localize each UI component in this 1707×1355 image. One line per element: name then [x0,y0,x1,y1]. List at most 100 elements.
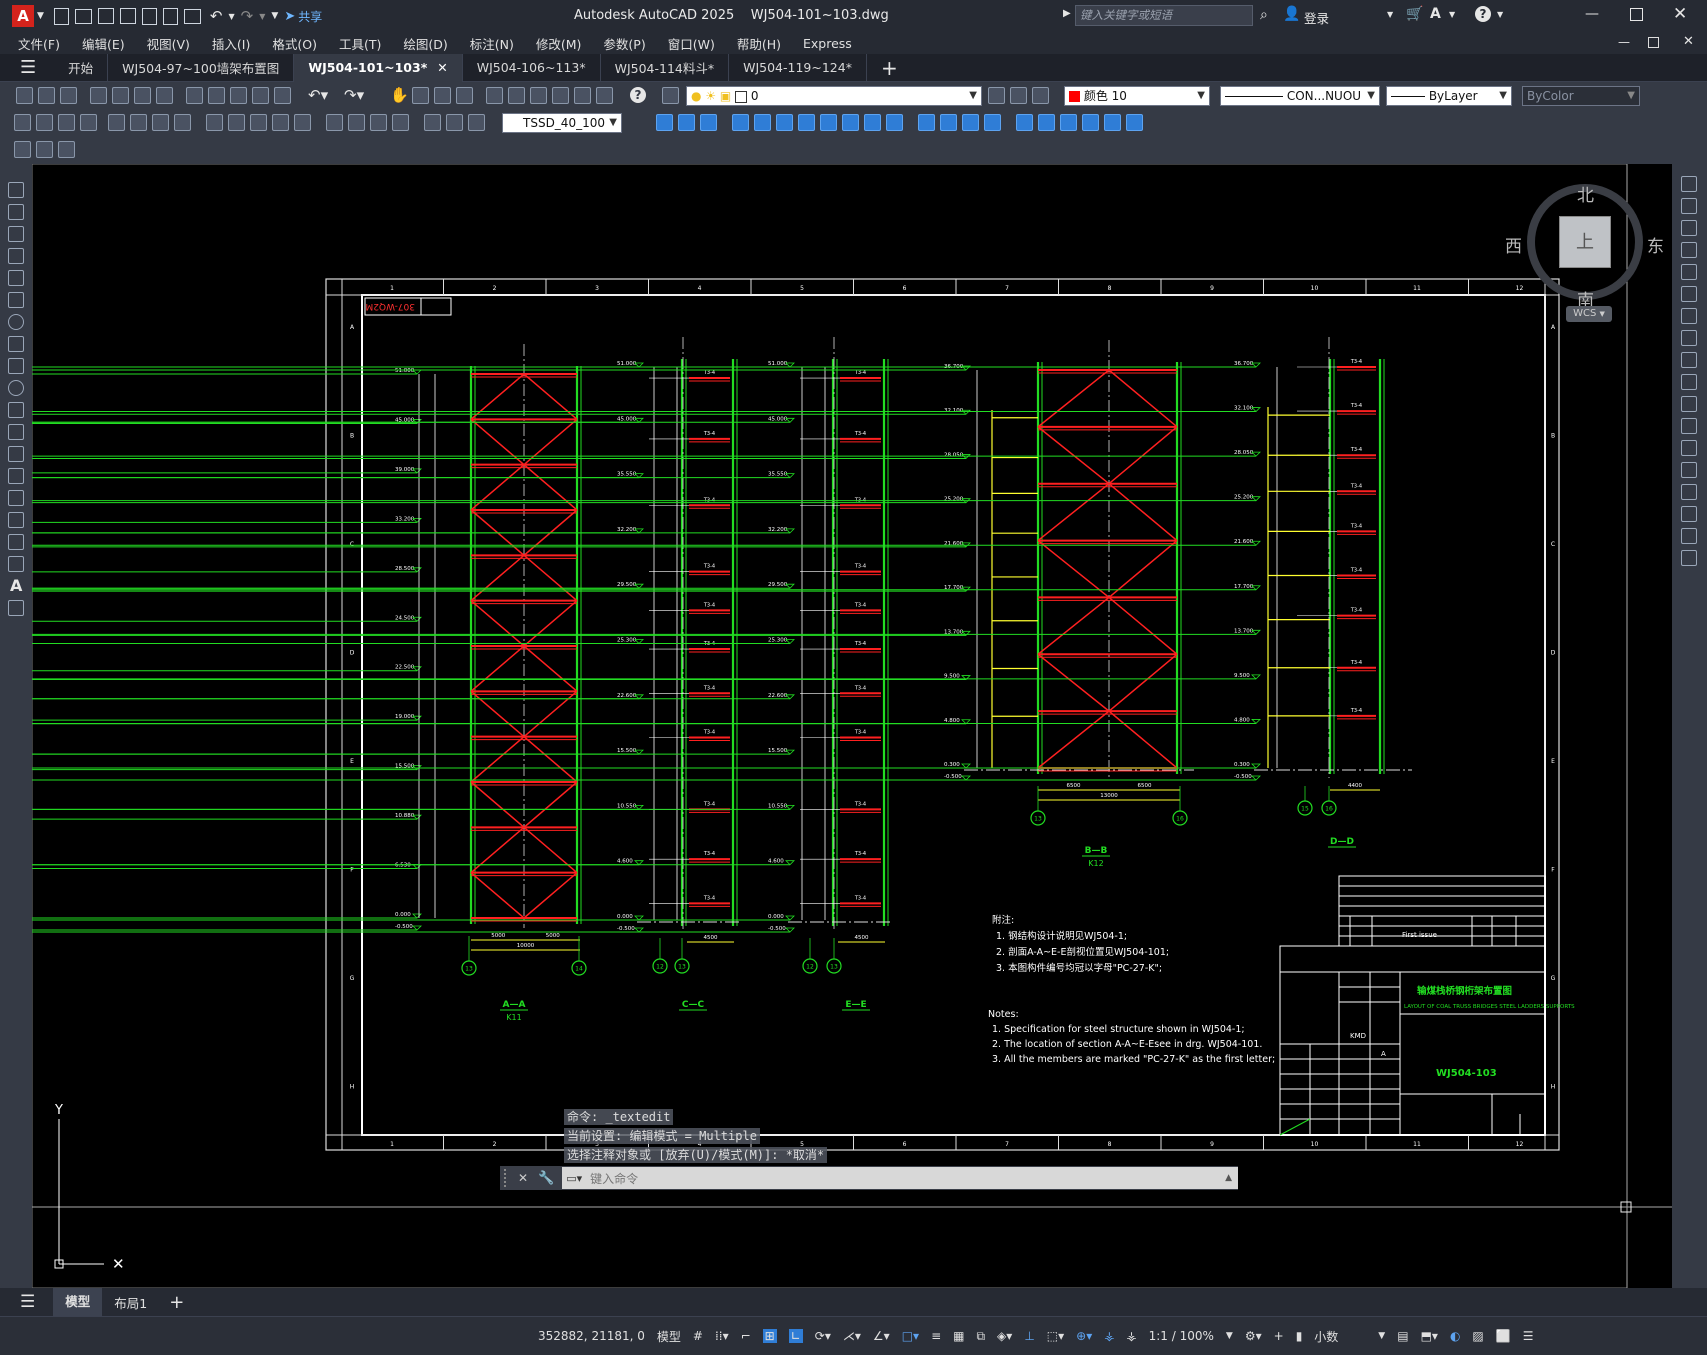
tab-wj504-114[interactable]: WJ504-114料斗* [601,53,730,82]
spline-tool-icon[interactable] [8,358,24,374]
tab-close-icon[interactable]: ✕ [437,60,447,75]
hardware-acceleration-icon[interactable]: ▨ [1472,1329,1483,1343]
open-file-icon[interactable] [74,8,92,24]
isodraft-icon[interactable]: ⋌▾ [843,1329,861,1343]
continue-dim-icon[interactable] [250,114,267,131]
lineweight-icon[interactable]: ≡ [931,1329,941,1343]
copy-tool-icon[interactable] [1681,198,1697,214]
tab-wj504-97-100[interactable]: WJ504-97~100墙架布置图 [108,53,295,82]
autodesk-app-icon[interactable]: A [1430,6,1441,22]
transparency-icon[interactable]: ▦ [953,1329,964,1343]
explode-tool-icon[interactable] [1681,550,1697,566]
revcloud-tool-icon[interactable] [8,336,24,352]
polygon-tool-icon[interactable] [8,248,24,264]
annotation-visibility-icon[interactable]: ⚶ [1104,1329,1114,1343]
diameter-dim-icon[interactable] [152,114,169,131]
make-block-icon[interactable] [8,446,24,462]
app-menu-caret-icon[interactable]: ▼ [37,11,44,21]
tool-palettes-icon[interactable] [530,87,547,104]
jogged-dim-icon[interactable] [130,114,147,131]
separate-icon[interactable] [962,114,979,131]
menu-help[interactable]: 帮助(H) [726,34,792,53]
tab-start[interactable]: 开始 [54,53,109,82]
3d-osnap-icon[interactable]: ◈▾ [997,1329,1012,1343]
quickcalc-icon[interactable] [596,87,613,104]
units-dropdown[interactable]: 小数 [1314,1328,1366,1345]
viewcube-top-face[interactable]: 上 [1559,216,1611,268]
customize-qat-icon[interactable]: ▼ [271,11,278,21]
offset-faces-icon[interactable] [776,114,793,131]
drawing-canvas[interactable]: 1 1 2 2 3 3 4 4 5 5 6 6 7 7 8 8 9 9 10 10 11 11 12 12 A A B B C C D D E E… [32,164,1672,1288]
command-history-caret-icon[interactable]: ▲ [1225,1173,1232,1183]
tab-layout1[interactable]: 布局1 [102,1293,159,1312]
attribute-edit-icon[interactable] [36,141,53,158]
shell-icon[interactable] [984,114,1001,131]
menu-edit[interactable]: 编辑(E) [71,34,136,53]
layer-properties-icon[interactable] [662,87,679,104]
search-icon[interactable]: ⌕ [1260,7,1268,23]
doc-minimize-icon[interactable]: — [1618,35,1630,49]
make-current-layer-icon[interactable] [988,87,1005,104]
pan-icon[interactable]: ✋ [390,86,409,104]
clean-screen-icon[interactable]: ⬜ [1496,1329,1511,1343]
menu-express[interactable]: Express [792,36,863,51]
undo-toolbar-icon[interactable]: ↶▾ [308,86,328,104]
layer-states-icon[interactable] [1032,87,1049,104]
ellipse-tool-icon[interactable] [8,380,24,396]
redo-toolbar-icon[interactable]: ↷▾ [344,86,364,104]
gizmo-icon[interactable]: ⊕▾ [1076,1329,1092,1343]
solid-union-icon[interactable] [656,114,673,131]
jogged-linear-icon[interactable] [392,114,409,131]
copy-icon[interactable] [208,87,225,104]
linetype-dropdown[interactable]: CON...NUOU ▼ [1220,86,1380,106]
circle-tool-icon[interactable] [8,314,24,330]
ordinate-dim-icon[interactable] [80,114,97,131]
wcs-caret-icon[interactable]: ▼ [1600,310,1605,318]
extrude-faces-icon[interactable] [732,114,749,131]
menu-insert[interactable]: 插入(I) [201,34,261,53]
viewcube-west[interactable]: 西 [1505,232,1522,257]
solid-intersect-icon[interactable] [700,114,717,131]
block-save-icon[interactable] [58,141,75,158]
quick-dim-icon[interactable] [206,114,223,131]
undo-icon[interactable]: ↶ [210,7,223,25]
copy-edges-icon[interactable] [1038,114,1055,131]
line-tool-icon[interactable] [8,182,24,198]
rotate-tool-icon[interactable] [1681,308,1697,324]
radius-dim-icon[interactable] [108,114,125,131]
units-icon[interactable]: ▮ [1296,1329,1303,1343]
offset-edges-icon[interactable] [1104,114,1121,131]
inspection-icon[interactable] [370,114,387,131]
new-icon[interactable] [16,87,33,104]
plotstyle-dropdown-caret-icon[interactable]: ▼ [1627,87,1635,105]
color-faces-icon[interactable] [886,114,903,131]
command-input[interactable]: ▭▾ 键入命令 ▲ [562,1167,1238,1189]
move-faces-icon[interactable] [754,114,771,131]
command-line-grip-icon[interactable] [504,1169,514,1187]
maximize-icon[interactable] [1630,8,1643,21]
snap-icon[interactable]: ⁞⁞▾ [715,1329,729,1343]
redo-icon[interactable]: ↷ [241,7,254,25]
arc-length-icon[interactable] [58,114,75,131]
user-icon[interactable]: 👤 [1283,6,1300,22]
tab-wj504-106-113[interactable]: WJ504-106~113* [463,53,601,82]
tab-wj504-119-124[interactable]: WJ504-119~124* [729,53,867,82]
dimstyle-dropdown-caret-icon[interactable]: ▼ [609,114,617,132]
clean-icon[interactable] [940,114,957,131]
lock-ui-icon[interactable]: ⬒▾ [1421,1329,1438,1343]
baseline-dim-icon[interactable] [228,114,245,131]
minimize-icon[interactable]: — [1585,6,1599,22]
web-mobile-icon[interactable] [141,7,157,25]
polyline-tool-icon[interactable] [8,226,24,242]
plot-preview-icon[interactable] [112,87,129,104]
publish-toolbar-icon[interactable] [134,87,151,104]
selection-filter-icon[interactable]: ⬚▾ [1047,1329,1064,1343]
layer-on-icon[interactable]: ● [691,89,701,103]
open-icon[interactable] [38,87,55,104]
scale-tool-icon[interactable] [1681,330,1697,346]
units-caret-icon[interactable]: ▼ [1378,1331,1385,1341]
model-space-button[interactable]: 模型 [657,1328,681,1345]
layer-previous-icon[interactable] [1010,87,1027,104]
undo-caret-icon[interactable]: ▼ [229,12,235,21]
save-icon[interactable] [97,8,114,24]
